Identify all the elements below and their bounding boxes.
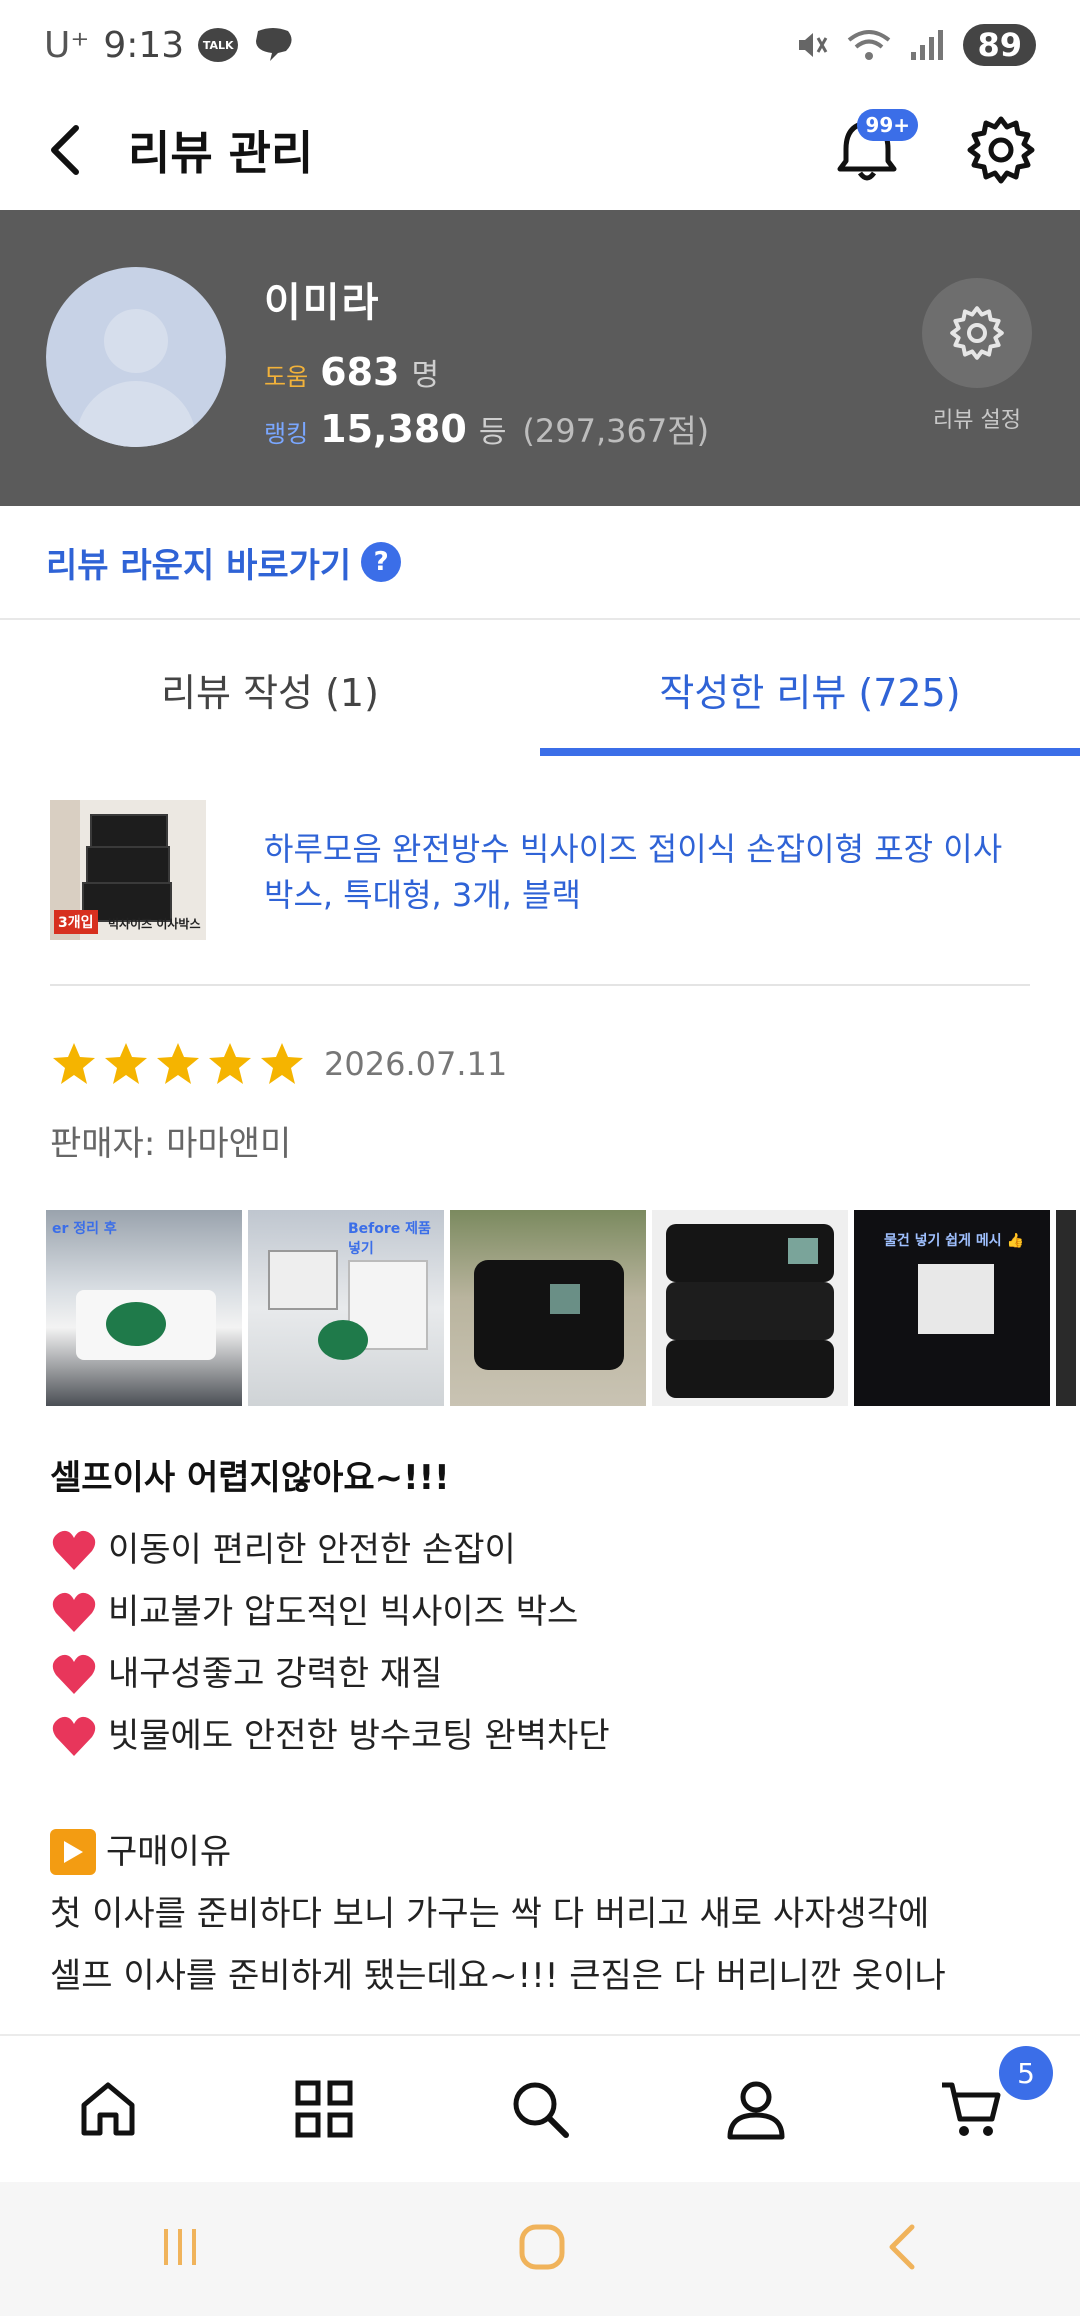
review-photo-label: 물건 넣기 쉽게 메시 👍 (884, 1233, 1024, 1249)
recent-apps-icon (164, 2229, 196, 2265)
review-bullet: 빗물에도 안전한 방수코팅 완벽차단 (108, 1716, 610, 1756)
back-system-button[interactable] (882, 2223, 922, 2275)
avatar[interactable] (46, 267, 226, 447)
rating-row: 2026.07.11 (50, 1040, 507, 1088)
mute-icon (799, 33, 828, 57)
home-system-button[interactable] (518, 2223, 566, 2275)
review-photo[interactable] (652, 1210, 848, 1406)
review-paragraph-line: 첫 이사를 준비하다 보니 가구는 싹 다 버리고 새로 사자생각에 (50, 1894, 930, 1934)
question-icon[interactable]: ? (361, 542, 402, 582)
review-photo[interactable]: Before 제품 넣기 (248, 1210, 444, 1406)
product-thumbnail[interactable]: 3개입 빅사이즈 이사박스 (50, 800, 206, 940)
home-circle-icon (519, 2224, 565, 2270)
gear-icon (967, 116, 1035, 184)
cart-count-badge: 5 (999, 2046, 1053, 2100)
product-thumb-tag: 3개입 (54, 910, 98, 934)
tab-written-reviews[interactable]: 작성한 리뷰 (725) (540, 622, 1080, 756)
profile-card: 이미라 도움 683 명 랭킹 15,380 등 (297,367점) 리뷰 설… (0, 210, 1080, 506)
list-item: 빗물에도 안전한 방수코팅 완벽차단 (50, 1705, 1040, 1767)
review-settings-button[interactable]: 리뷰 설정 (922, 278, 1032, 434)
app-header: 리뷰 관리 99+ (0, 90, 1080, 210)
heart-icon (52, 1592, 96, 1632)
wifi-icon (848, 30, 891, 60)
review-bullet: 비교불가 압도적인 빅사이즈 박스 (108, 1592, 579, 1632)
star-icon (209, 1043, 251, 1084)
user-icon (727, 2081, 785, 2140)
review-lounge-label: 리뷰 라운지 바로가기 (46, 545, 352, 586)
settings-button[interactable] (966, 115, 1036, 185)
help-stat: 도움 683 명 (264, 350, 439, 394)
help-count: 683 (320, 350, 400, 394)
rank-stat: 랭킹 15,380 등 (297,367점) (264, 406, 709, 452)
heart-icon (52, 1716, 96, 1756)
section-heading-text: 구매이유 (106, 1832, 232, 1872)
star-icon (105, 1043, 147, 1084)
back-arrow-icon (889, 2224, 915, 2270)
cart-icon (942, 2082, 1001, 2136)
nav-category[interactable] (279, 2064, 369, 2154)
review-title: 셀프이사 어렵지않아요~!!! (50, 1458, 450, 1498)
review-photo[interactable] (1056, 1210, 1076, 1406)
rank-unit: 등 (478, 415, 507, 450)
status-bar: U⁺ 9:13 TALK 89 (0, 0, 1080, 90)
review-photo-label: Before 제품 넣기 (348, 1221, 431, 1257)
chevron-left-icon (51, 125, 79, 175)
review-tabs: 리뷰 작성 (1) 작성한 리뷰 (725) (0, 622, 1080, 756)
product-title[interactable]: 하루모음 완전방수 빅사이즈 접이식 손잡이형 포장 이사박스, 특대형, 3개… (264, 826, 1004, 984)
help-label: 도움 (264, 363, 309, 391)
star-icon (261, 1043, 303, 1084)
list-item: 내구성좋고 강력한 재질 (50, 1643, 1040, 1705)
section-heading: 구매이유 (50, 1821, 1040, 1883)
review-photos: er 정리 후 Before 제품 넣기 물건 넣기 쉽게 메시 👍 (46, 1210, 1080, 1406)
category-icon (295, 2080, 353, 2138)
review-photo[interactable]: er 정리 후 (46, 1210, 242, 1406)
nav-cart[interactable]: 5 (927, 2046, 1053, 2154)
heart-icon (52, 1530, 96, 1570)
tab-write-review[interactable]: 리뷰 작성 (1) (0, 622, 540, 756)
notification-button[interactable]: 99+ (832, 109, 918, 185)
rank-label: 랭킹 (264, 420, 309, 448)
review-date: 2026.07.11 (324, 1045, 508, 1083)
review-settings-label: 리뷰 설정 (933, 408, 1021, 433)
list-item: 비교불가 압도적인 빅사이즈 박스 (50, 1581, 1040, 1643)
star-icon (53, 1043, 95, 1084)
gear-icon (950, 306, 1004, 360)
nav-search[interactable] (495, 2064, 585, 2154)
page-title: 리뷰 관리 (128, 126, 314, 180)
review-photo[interactable]: 물건 넣기 쉽게 메시 👍 (854, 1210, 1050, 1406)
rank-points: (297,367점) (522, 412, 710, 450)
nav-home[interactable] (63, 2064, 153, 2154)
nav-my-page[interactable] (711, 2064, 801, 2154)
back-button[interactable] (44, 120, 94, 180)
product-thumb-caption: 빅사이즈 이사박스 (108, 917, 201, 931)
star-icon (157, 1043, 199, 1084)
seller-name: 판매자: 마마앤미 (50, 1124, 292, 1164)
user-name: 이미라 (264, 280, 381, 326)
home-icon (81, 2082, 135, 2136)
notification-badge: 99+ (857, 109, 918, 141)
review-bullet: 내구성좋고 강력한 재질 (108, 1654, 443, 1694)
play-icon (50, 1829, 96, 1875)
kakaotalk-icon: TALK (198, 28, 239, 62)
review-paragraph-line: 셀프 이사를 준비하게 됐는데요~!!! 큰짐은 다 버리니깐 옷이나 (50, 1956, 946, 1996)
recent-apps-button[interactable] (158, 2225, 202, 2273)
review-bullet: 이동이 편리한 안전한 손잡이 (108, 1530, 516, 1570)
system-navigation-bar (0, 2182, 1080, 2316)
status-time: 9:13 (103, 24, 185, 66)
review-photo-label: er 정리 후 (52, 1221, 117, 1237)
product-item[interactable]: 3개입 빅사이즈 이사박스 하루모음 완전방수 빅사이즈 접이식 손잡이형 포장… (50, 800, 1030, 986)
battery-level: 89 (963, 24, 1036, 66)
bottom-navigation: 5 (0, 2034, 1080, 2182)
signal-icon (911, 30, 944, 60)
carrier-label: U⁺ (44, 24, 90, 66)
review-photo[interactable] (450, 1210, 646, 1406)
list-item: 이동이 편리한 안전한 손잡이 (50, 1519, 1040, 1581)
rank-value: 15,380 (320, 407, 467, 451)
review-content: 셀프이사 어렵지않아요~!!! 이동이 편리한 안전한 손잡이 비교불가 압도적… (50, 1450, 1040, 2007)
chat-bubble-icon (256, 28, 292, 61)
search-icon (513, 2082, 569, 2138)
review-lounge-link[interactable]: 리뷰 라운지 바로가기 ? (0, 506, 1080, 620)
help-unit: 명 (411, 358, 440, 393)
heart-icon (52, 1654, 96, 1694)
